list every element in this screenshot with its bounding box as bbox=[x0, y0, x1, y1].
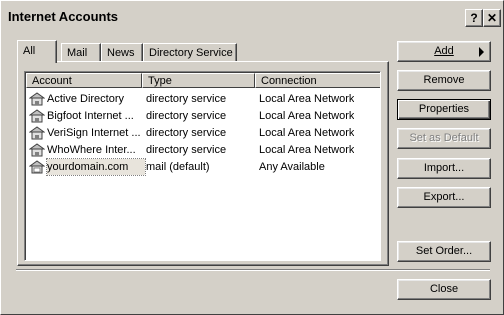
column-header-connection[interactable]: Connection bbox=[255, 73, 380, 88]
remove-button[interactable]: Remove bbox=[397, 70, 491, 91]
export-button-label: Export... bbox=[423, 191, 465, 203]
directory-service-icon bbox=[29, 92, 45, 106]
directory-service-icon bbox=[29, 143, 45, 157]
list-header: Account Type Connection bbox=[26, 73, 380, 89]
account-row[interactable]: Bigfoot Internet ... directory service L… bbox=[28, 108, 378, 125]
remove-button-label: Remove bbox=[423, 74, 465, 86]
close-icon: ✕ bbox=[486, 11, 498, 25]
tab-label: Mail bbox=[67, 47, 88, 59]
export-button[interactable]: Export... bbox=[397, 187, 491, 208]
account-connection: Any Available bbox=[259, 161, 325, 173]
tab-label: News bbox=[107, 47, 135, 59]
account-connection: Local Area Network bbox=[259, 93, 355, 105]
account-type: directory service bbox=[146, 110, 227, 122]
account-type: directory service bbox=[146, 127, 227, 139]
separator bbox=[16, 269, 490, 271]
account-connection: Local Area Network bbox=[259, 144, 355, 156]
account-row[interactable]: WhoWhere Inter... directory service Loca… bbox=[28, 142, 378, 159]
tab-directory-service[interactable]: Directory Service bbox=[143, 43, 237, 62]
help-button[interactable]: ? bbox=[465, 9, 483, 27]
tab-label: All bbox=[23, 45, 36, 57]
column-header-type[interactable]: Type bbox=[142, 73, 255, 88]
account-connection: Local Area Network bbox=[259, 127, 355, 139]
account-name: Bigfoot Internet ... bbox=[47, 110, 134, 122]
account-row[interactable]: yourdomain.com mail (default) Any Availa… bbox=[28, 158, 378, 176]
properties-button-label: Properties bbox=[418, 103, 470, 115]
mail-account-icon bbox=[29, 160, 45, 174]
add-button-label: Add bbox=[434, 45, 454, 57]
set-order-button-label: Set Order... bbox=[415, 245, 473, 257]
accounts-list[interactable]: Account Type Connection Active Directory… bbox=[24, 71, 381, 261]
directory-service-icon bbox=[29, 126, 45, 140]
internet-accounts-dialog: Internet Accounts ? ✕ All Mail News Dire… bbox=[0, 0, 504, 315]
close-window-button[interactable]: ✕ bbox=[483, 9, 501, 27]
tab-panel: Account Type Connection Active Directory… bbox=[17, 61, 389, 266]
tab-all[interactable]: All bbox=[17, 40, 57, 63]
set-as-default-button-label: Set as Default bbox=[409, 132, 479, 144]
account-type: directory service bbox=[146, 93, 227, 105]
account-name: yourdomain.com bbox=[46, 158, 146, 176]
close-button-label: Close bbox=[429, 283, 459, 295]
properties-button[interactable]: Properties bbox=[397, 99, 491, 120]
account-type: mail (default) bbox=[146, 161, 210, 173]
close-button[interactable]: Close bbox=[397, 279, 491, 300]
window-title: Internet Accounts bbox=[8, 9, 119, 24]
tab-mail[interactable]: Mail bbox=[61, 43, 101, 62]
account-name: Active Directory bbox=[47, 93, 125, 105]
add-button[interactable]: Add bbox=[397, 41, 491, 62]
account-connection: Local Area Network bbox=[259, 110, 355, 122]
account-row[interactable]: Active Directory directory service Local… bbox=[28, 91, 378, 108]
set-order-button[interactable]: Set Order... bbox=[397, 241, 491, 262]
directory-service-icon bbox=[29, 109, 45, 123]
tab-news[interactable]: News bbox=[101, 43, 143, 62]
arrow-right-icon bbox=[479, 47, 484, 57]
account-type: directory service bbox=[146, 144, 227, 156]
account-name: WhoWhere Inter... bbox=[47, 144, 136, 156]
tab-label: Directory Service bbox=[149, 47, 233, 59]
help-icon: ? bbox=[470, 11, 478, 25]
account-row[interactable]: VeriSign Internet ... directory service … bbox=[28, 125, 378, 142]
account-name: VeriSign Internet ... bbox=[47, 127, 141, 139]
title-bar[interactable]: Internet Accounts ? ✕ bbox=[3, 3, 501, 30]
column-header-account[interactable]: Account bbox=[26, 73, 142, 88]
import-button-label: Import... bbox=[423, 162, 465, 174]
set-as-default-button[interactable]: Set as Default bbox=[397, 128, 491, 149]
import-button[interactable]: Import... bbox=[397, 158, 491, 179]
